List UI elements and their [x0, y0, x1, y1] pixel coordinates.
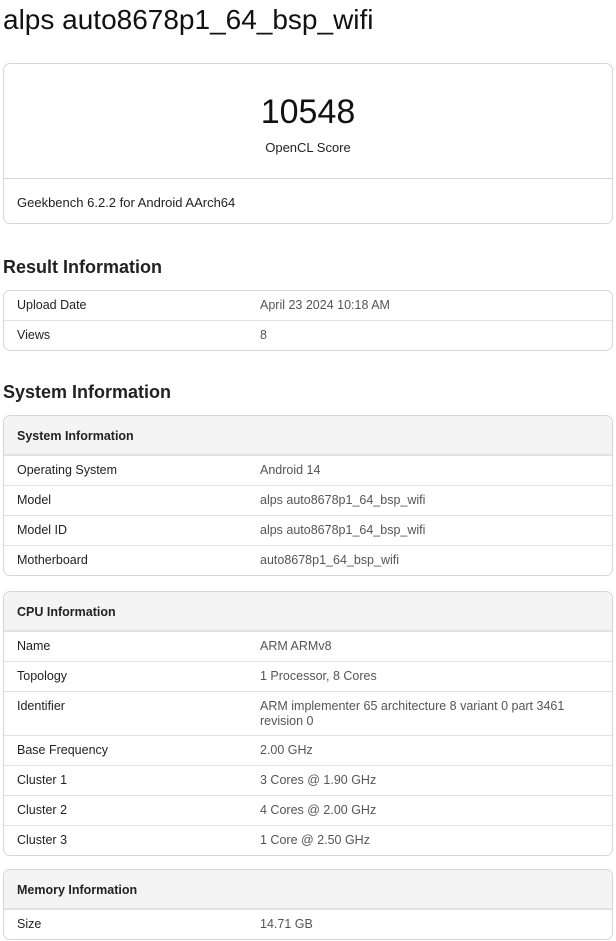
row-label: Cluster 3 [17, 833, 68, 847]
system-information-card: System Information Operating System Andr… [3, 415, 613, 576]
card-header: System Information [4, 416, 612, 455]
row-value: alps auto8678p1_64_bsp_wifi [260, 523, 426, 537]
card-header: CPU Information [4, 592, 612, 631]
row-value: 1 Core @ 2.50 GHz [260, 833, 370, 847]
table-row: Topology 1 Processor, 8 Cores [4, 661, 612, 691]
row-value: ARM ARMv8 [260, 639, 332, 653]
row-value: ARM implementer 65 architecture 8 varian… [260, 699, 565, 728]
row-label: Identifier [17, 699, 65, 713]
memory-information-card: Memory Information Size 14.71 GB [3, 869, 613, 940]
result-information-heading: Result Information [3, 257, 163, 277]
row-value: 4 Cores @ 2.00 GHz [260, 803, 377, 817]
row-label: Cluster 1 [17, 773, 68, 787]
row-label: Upload Date [17, 298, 87, 312]
card-header-title: System Information [17, 429, 134, 443]
row-label: Cluster 2 [17, 803, 68, 817]
score-panel: 10548 OpenCL Score [4, 64, 612, 179]
row-value: 1 Processor, 8 Cores [260, 669, 377, 683]
table-row: Cluster 1 3 Cores @ 1.90 GHz [4, 765, 612, 795]
opencl-score-label: OpenCL Score [265, 140, 351, 155]
page-title: alps auto8678p1_64_bsp_wifi [3, 4, 374, 35]
row-value: 8 [260, 328, 267, 342]
table-row: Name ARM ARMv8 [4, 631, 612, 661]
row-value: 3 Cores @ 1.90 GHz [260, 773, 377, 787]
card-header-title: CPU Information [17, 605, 116, 619]
row-value: 2.00 GHz [260, 743, 313, 757]
row-value: Android 14 [260, 463, 321, 477]
row-value: auto8678p1_64_bsp_wifi [260, 553, 400, 567]
table-row: Size 14.71 GB [4, 909, 612, 939]
row-label: Topology [17, 669, 68, 683]
row-label: Base Frequency [17, 743, 109, 757]
row-label: Name [17, 639, 51, 653]
row-label: Views [17, 328, 51, 342]
table-row: Model alps auto8678p1_64_bsp_wifi [4, 485, 612, 515]
opencl-score-value: 10548 [260, 93, 356, 131]
table-row: Motherboard auto8678p1_64_bsp_wifi [4, 545, 612, 575]
score-card: 10548 OpenCL Score Geekbench 6.2.2 for A… [3, 63, 613, 224]
table-row: Cluster 2 4 Cores @ 2.00 GHz [4, 795, 612, 825]
row-label: Size [17, 917, 42, 931]
row-value: alps auto8678p1_64_bsp_wifi [260, 493, 426, 507]
row-label: Model [17, 493, 52, 507]
table-row: Identifier ARM implementer 65 architectu… [4, 691, 612, 735]
result-information-table: Upload Date April 23 2024 10:18 AM Views… [3, 290, 613, 351]
row-label: Operating System [17, 463, 118, 477]
row-value: 14.71 GB [260, 917, 313, 931]
card-header: Memory Information [4, 870, 612, 909]
row-label: Motherboard [17, 553, 88, 567]
benchmark-version: Geekbench 6.2.2 for Android AArch64 [17, 195, 236, 210]
table-row: Views 8 [4, 320, 612, 350]
table-row: Base Frequency 2.00 GHz [4, 735, 612, 765]
card-header-title: Memory Information [17, 883, 138, 897]
system-information-heading: System Information [3, 382, 172, 402]
table-row: Operating System Android 14 [4, 455, 612, 485]
table-row: Model ID alps auto8678p1_64_bsp_wifi [4, 515, 612, 545]
table-row: Cluster 3 1 Core @ 2.50 GHz [4, 825, 612, 855]
row-value: April 23 2024 10:18 AM [260, 298, 390, 312]
table-row: Upload Date April 23 2024 10:18 AM [4, 291, 612, 320]
row-label: Model ID [17, 523, 68, 537]
cpu-information-card: CPU Information Name ARM ARMv8 Topology … [3, 591, 613, 856]
